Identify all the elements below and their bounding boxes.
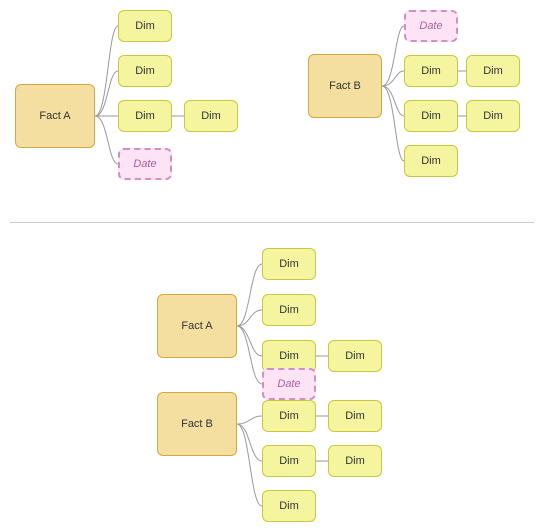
canvas: Fact A Dim Dim Dim Dim Date Fact B Date … bbox=[0, 0, 544, 530]
b-dim-1[interactable]: Dim bbox=[262, 248, 316, 280]
b-dim-5[interactable]: Dim bbox=[262, 400, 316, 432]
tl-dim-2[interactable]: Dim bbox=[118, 55, 172, 87]
bottom-fact-a[interactable]: Fact A bbox=[157, 294, 237, 358]
tr-dim-4[interactable]: Dim bbox=[466, 100, 520, 132]
tl-dim-3[interactable]: Dim bbox=[118, 100, 172, 132]
tr-dim-1[interactable]: Dim bbox=[404, 55, 458, 87]
b-date[interactable]: Date bbox=[262, 368, 316, 400]
tl-dim-4[interactable]: Dim bbox=[184, 100, 238, 132]
tl-date[interactable]: Date bbox=[118, 148, 172, 180]
bottom-fact-b[interactable]: Fact B bbox=[157, 392, 237, 456]
section-divider bbox=[10, 222, 534, 223]
b-dim-4[interactable]: Dim bbox=[328, 340, 382, 372]
b-dim-6[interactable]: Dim bbox=[328, 400, 382, 432]
top-right-fact-b[interactable]: Fact B bbox=[308, 54, 382, 118]
tr-dim-2[interactable]: Dim bbox=[466, 55, 520, 87]
tr-dim-5[interactable]: Dim bbox=[404, 145, 458, 177]
tr-dim-3[interactable]: Dim bbox=[404, 100, 458, 132]
b-dim-8[interactable]: Dim bbox=[328, 445, 382, 477]
b-dim-7[interactable]: Dim bbox=[262, 445, 316, 477]
tl-dim-1[interactable]: Dim bbox=[118, 10, 172, 42]
b-dim-2[interactable]: Dim bbox=[262, 294, 316, 326]
b-dim-9[interactable]: Dim bbox=[262, 490, 316, 522]
tr-date[interactable]: Date bbox=[404, 10, 458, 42]
top-left-fact-a[interactable]: Fact A bbox=[15, 84, 95, 148]
